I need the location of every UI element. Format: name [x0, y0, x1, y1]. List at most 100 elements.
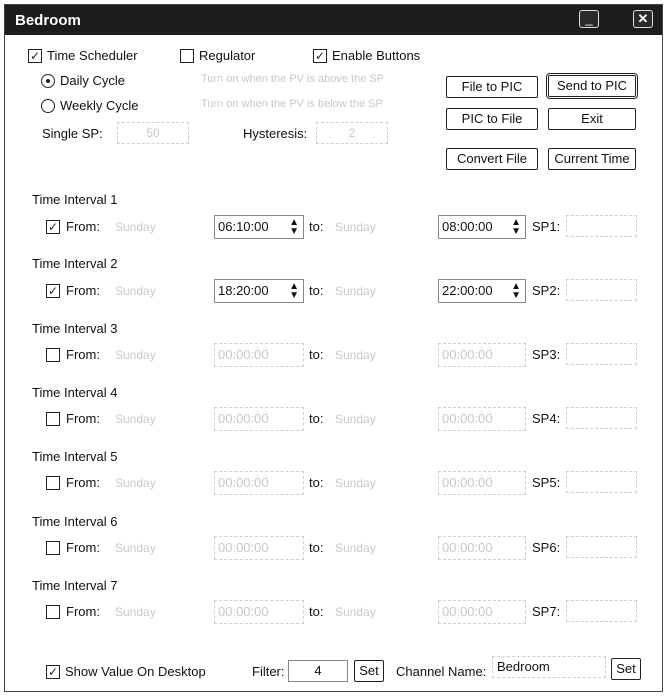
- interval-2-to-label: to:: [309, 283, 324, 298]
- interval-2-checkbox[interactable]: ✓: [46, 284, 60, 298]
- hysteresis-label: Hysteresis:: [243, 126, 308, 141]
- spinner-icon[interactable]: ▲ ▼: [289, 218, 299, 237]
- daily-cycle-label: Daily Cycle: [60, 73, 126, 88]
- regulator-checkbox[interactable]: [180, 49, 194, 63]
- spinner-icon[interactable]: ▲ ▼: [511, 218, 521, 237]
- filter-set-button[interactable]: Set: [354, 660, 384, 682]
- interval-7-sp-input[interactable]: [566, 600, 637, 622]
- channel-name-input[interactable]: Bedroom: [492, 656, 606, 678]
- title-bar: Bedroom _ ✕: [5, 5, 662, 35]
- interval-6-day-to[interactable]: Sunday: [335, 541, 376, 555]
- interval-3-day-from[interactable]: Sunday: [115, 348, 156, 362]
- interval-7-from-time[interactable]: 00:00:00: [214, 600, 304, 624]
- interval-3-from-time[interactable]: 00:00:00: [214, 343, 304, 367]
- filter-input[interactable]: 4: [288, 660, 348, 682]
- interval-5-day-to[interactable]: Sunday: [335, 476, 376, 490]
- interval-5-to-label: to:: [309, 475, 324, 490]
- time-scheduler-checkbox[interactable]: ✓: [28, 49, 42, 63]
- interval-7-label: Time Interval 7: [32, 578, 118, 593]
- interval-1-from-label: From:: [66, 219, 100, 234]
- interval-3-label: Time Interval 3: [32, 321, 118, 336]
- interval-1-from-time[interactable]: 06:10:00 ▲ ▼: [214, 215, 304, 239]
- window-title: Bedroom: [15, 12, 81, 29]
- interval-2-sp-label: SP2:: [532, 283, 561, 298]
- interval-5-from-time[interactable]: 00:00:00: [214, 471, 304, 495]
- interval-1-to-time-value: 08:00:00: [442, 219, 493, 234]
- regulator-label: Regulator: [199, 48, 256, 63]
- channel-set-button[interactable]: Set: [611, 658, 641, 680]
- interval-1-label: Time Interval 1: [32, 192, 118, 207]
- daily-cycle-radio[interactable]: [41, 74, 55, 88]
- interval-6-from-label: From:: [66, 540, 100, 555]
- channel-name-label: Channel Name:: [396, 664, 487, 679]
- interval-3-checkbox[interactable]: [46, 348, 60, 362]
- interval-4-day-to[interactable]: Sunday: [335, 412, 376, 426]
- interval-2-from-time[interactable]: 18:20:00 ▲ ▼: [214, 279, 304, 303]
- exit-button[interactable]: Exit: [548, 108, 636, 130]
- interval-3-from-label: From:: [66, 347, 100, 362]
- interval-5-sp-input[interactable]: [566, 471, 637, 493]
- file-to-pic-button[interactable]: File to PIC: [446, 76, 538, 98]
- interval-2-from-time-value: 18:20:00: [218, 283, 269, 298]
- interval-3-sp-label: SP3:: [532, 347, 561, 362]
- bedroom-window: Bedroom _ ✕ ✓ Time Scheduler Regulator ✓…: [4, 4, 663, 692]
- spinner-icon[interactable]: ▲ ▼: [289, 282, 299, 301]
- interval-1-checkbox[interactable]: ✓: [46, 220, 60, 234]
- interval-1-sp-input[interactable]: [566, 215, 637, 237]
- interval-2-to-time-value: 22:00:00: [442, 283, 493, 298]
- interval-4-label: Time Interval 4: [32, 385, 118, 400]
- interval-5-from-label: From:: [66, 475, 100, 490]
- interval-1-day-from[interactable]: Sunday: [115, 220, 156, 234]
- convert-file-button[interactable]: Convert File: [446, 148, 538, 170]
- interval-4-to-label: to:: [309, 411, 324, 426]
- interval-2-day-from[interactable]: Sunday: [115, 284, 156, 298]
- interval-3-to-label: to:: [309, 347, 324, 362]
- filter-label: Filter:: [252, 664, 285, 679]
- interval-6-label: Time Interval 6: [32, 514, 118, 529]
- weekly-cycle-label: Weekly Cycle: [60, 98, 139, 113]
- pic-to-file-button[interactable]: PIC to File: [446, 108, 538, 130]
- enable-buttons-label: Enable Buttons: [332, 48, 421, 63]
- close-icon[interactable]: ✕: [633, 10, 653, 28]
- interval-5-day-from[interactable]: Sunday: [115, 476, 156, 490]
- interval-1-day-to[interactable]: Sunday: [335, 220, 376, 234]
- interval-5-label: Time Interval 5: [32, 449, 118, 464]
- interval-2-sp-input[interactable]: [566, 279, 637, 301]
- interval-4-checkbox[interactable]: [46, 412, 60, 426]
- interval-7-to-label: to:: [309, 604, 324, 619]
- interval-4-day-from[interactable]: Sunday: [115, 412, 156, 426]
- interval-4-to-time[interactable]: 00:00:00: [438, 407, 526, 431]
- interval-2-label: Time Interval 2: [32, 256, 118, 271]
- interval-2-day-to[interactable]: Sunday: [335, 284, 376, 298]
- interval-5-checkbox[interactable]: [46, 476, 60, 490]
- interval-1-sp-label: SP1:: [532, 219, 561, 234]
- interval-7-checkbox[interactable]: [46, 605, 60, 619]
- interval-2-to-time[interactable]: 22:00:00 ▲ ▼: [438, 279, 526, 303]
- enable-buttons-checkbox[interactable]: ✓: [313, 49, 327, 63]
- interval-4-from-time[interactable]: 00:00:00: [214, 407, 304, 431]
- interval-6-sp-label: SP6:: [532, 540, 561, 555]
- interval-6-to-time[interactable]: 00:00:00: [438, 536, 526, 560]
- interval-6-checkbox[interactable]: [46, 541, 60, 555]
- interval-3-sp-input[interactable]: [566, 343, 637, 365]
- interval-4-sp-input[interactable]: [566, 407, 637, 429]
- interval-6-sp-input[interactable]: [566, 536, 637, 558]
- interval-7-day-to[interactable]: Sunday: [335, 605, 376, 619]
- spinner-icon[interactable]: ▲ ▼: [511, 282, 521, 301]
- interval-3-day-to[interactable]: Sunday: [335, 348, 376, 362]
- interval-7-day-from[interactable]: Sunday: [115, 605, 156, 619]
- interval-3-to-time[interactable]: 00:00:00: [438, 343, 526, 367]
- minimize-icon[interactable]: _: [579, 10, 599, 28]
- hysteresis-input[interactable]: 2: [316, 122, 388, 144]
- send-to-pic-button[interactable]: Send to PIC: [546, 73, 638, 99]
- current-time-button[interactable]: Current Time: [548, 148, 636, 170]
- interval-1-to-time[interactable]: 08:00:00 ▲ ▼: [438, 215, 526, 239]
- show-value-checkbox[interactable]: ✓: [46, 665, 60, 679]
- interval-6-day-from[interactable]: Sunday: [115, 541, 156, 555]
- interval-2-from-label: From:: [66, 283, 100, 298]
- single-sp-input[interactable]: 50: [117, 122, 189, 144]
- interval-6-from-time[interactable]: 00:00:00: [214, 536, 304, 560]
- weekly-cycle-radio[interactable]: [41, 99, 55, 113]
- interval-7-to-time[interactable]: 00:00:00: [438, 600, 526, 624]
- interval-5-to-time[interactable]: 00:00:00: [438, 471, 526, 495]
